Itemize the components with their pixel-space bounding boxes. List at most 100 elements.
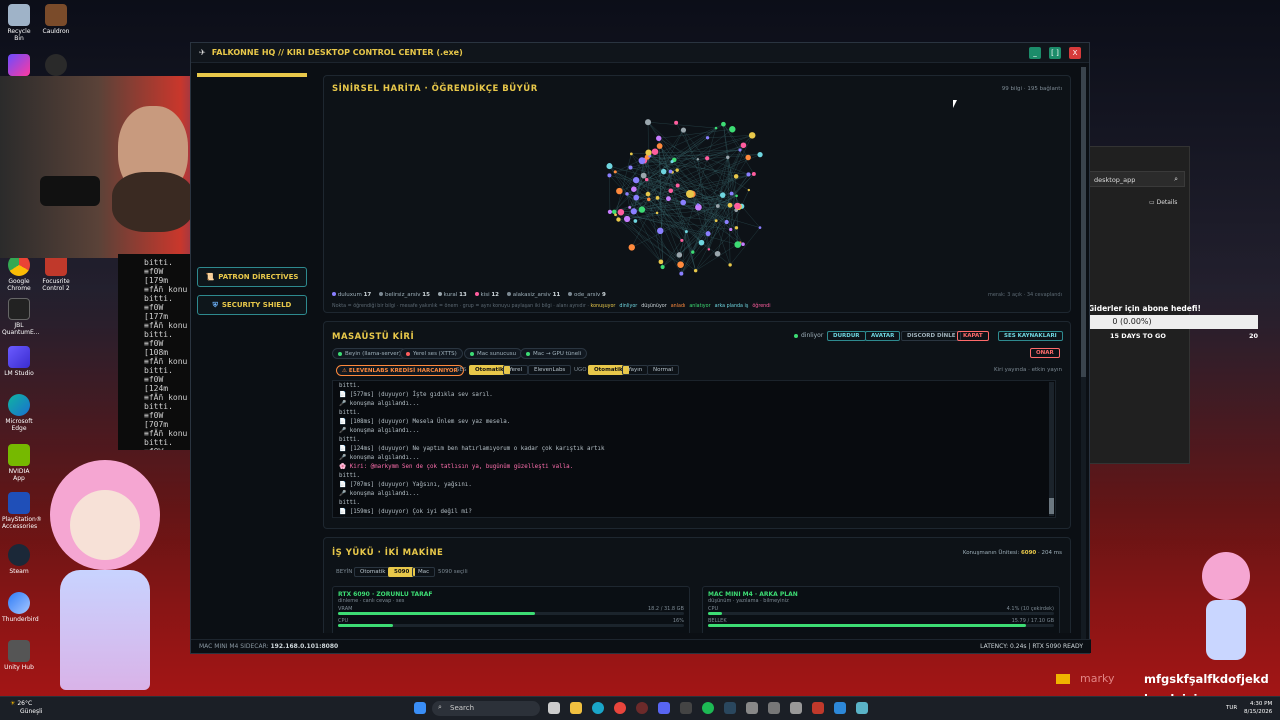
graph-node[interactable] xyxy=(668,188,674,194)
graph-node[interactable] xyxy=(735,194,738,198)
log-scrollbar[interactable] xyxy=(1049,382,1054,516)
brain-option-mac[interactable]: Mac xyxy=(412,567,436,577)
discord-taskbar-icon[interactable] xyxy=(658,702,670,714)
sidebar-item-patron-directives[interactable]: 📜 PATRON DİRECTİVES xyxy=(197,267,307,287)
desktop-icon-steam[interactable]: Steam xyxy=(2,544,36,575)
graph-node[interactable] xyxy=(740,142,747,149)
weather-widget[interactable]: ☀ 26°C Güneşli xyxy=(10,700,42,716)
maximize-button[interactable]: [ ] xyxy=(1049,47,1061,59)
close-kiri-button[interactable]: KAPAT xyxy=(957,331,989,341)
kiri-taskbar-icon[interactable] xyxy=(856,702,868,714)
obs-taskbar-icon[interactable] xyxy=(636,702,648,714)
desktop-icon-unity[interactable]: Unity Hub xyxy=(2,640,36,671)
graph-node[interactable] xyxy=(696,158,700,161)
graph-node[interactable] xyxy=(747,188,751,192)
graph-node[interactable] xyxy=(680,199,687,206)
graph-node[interactable] xyxy=(660,168,667,175)
minimize-button[interactable]: _ xyxy=(1029,47,1041,59)
desktop-icon-thunderbird[interactable]: Thunderbird xyxy=(2,592,39,623)
graph-node[interactable] xyxy=(748,132,756,139)
graph-node[interactable] xyxy=(630,208,637,215)
window-titlebar[interactable]: ✈ FALKONNE HQ // KIRI DESKTOP CONTROL CE… xyxy=(191,43,1089,63)
chrome-taskbar-icon[interactable] xyxy=(614,702,626,714)
repair-button[interactable]: ONAR xyxy=(1030,348,1060,358)
graph-node[interactable] xyxy=(658,259,664,265)
graph-node[interactable] xyxy=(656,135,662,142)
brain-option-auto[interactable]: Otomatik xyxy=(354,567,392,577)
graph-node[interactable] xyxy=(657,227,664,235)
graph-node[interactable] xyxy=(746,172,751,177)
graph-node[interactable] xyxy=(644,119,652,126)
graph-node[interactable] xyxy=(613,170,617,174)
app-taskbar-icon-c[interactable] xyxy=(812,702,824,714)
graph-node[interactable] xyxy=(691,250,695,254)
desktop-icon-cauldron[interactable]: Cauldron xyxy=(38,4,74,35)
graph-center-node[interactable] xyxy=(686,190,694,198)
taskbar-search[interactable]: ⌕ Search xyxy=(432,701,540,716)
graph-node[interactable] xyxy=(734,241,742,248)
file-explorer-icon[interactable] xyxy=(570,702,582,714)
graph-node[interactable] xyxy=(651,148,659,156)
graph-node[interactable] xyxy=(705,156,710,161)
graph-node[interactable] xyxy=(679,271,684,276)
graph-node[interactable] xyxy=(616,217,621,222)
graph-node[interactable] xyxy=(721,121,726,127)
graph-node[interactable] xyxy=(693,268,698,273)
graph-node[interactable] xyxy=(676,252,683,258)
graph-node[interactable] xyxy=(614,213,617,217)
graph-node[interactable] xyxy=(655,211,659,215)
graph-node[interactable] xyxy=(684,230,688,234)
terminal-window[interactable]: bitti. ≡f0W [179m ≡fÄñ konu bitti. ≡f0W [177… xyxy=(118,254,190,450)
graph-node[interactable] xyxy=(623,215,631,223)
desktop-icon-app[interactable] xyxy=(2,54,36,78)
spotify-taskbar-icon[interactable] xyxy=(702,702,714,714)
tray-language[interactable]: TUR xyxy=(1226,705,1237,711)
graph-node[interactable] xyxy=(645,191,651,197)
app-taskbar-icon-a[interactable] xyxy=(746,702,758,714)
graph-node[interactable] xyxy=(696,203,700,206)
graph-node[interactable] xyxy=(670,160,674,164)
graph-node[interactable] xyxy=(607,173,612,178)
ses-option-elevenlabs[interactable]: ElevenLabs xyxy=(528,365,572,375)
desktop-icon-chrome[interactable]: Google Chrome xyxy=(2,254,36,292)
ses-option-local[interactable]: Yerel xyxy=(503,365,529,375)
graph-node[interactable] xyxy=(625,192,629,196)
avatar-button[interactable]: AVATAR xyxy=(865,331,901,341)
graph-node[interactable] xyxy=(729,126,736,133)
graph-node[interactable] xyxy=(714,219,718,223)
close-button[interactable]: X xyxy=(1069,47,1081,59)
desktop-icon-lmstudio[interactable]: LM Studio xyxy=(2,346,36,377)
audio-sources-button[interactable]: SES KAYNAKLARI xyxy=(998,331,1063,341)
graph-node[interactable] xyxy=(680,238,684,242)
graph-node[interactable] xyxy=(714,250,721,257)
graph-node[interactable] xyxy=(758,226,762,229)
graph-node[interactable] xyxy=(728,263,732,267)
graph-node[interactable] xyxy=(633,219,638,223)
graph-node[interactable] xyxy=(612,209,617,215)
desktop-icon-edge[interactable]: Microsoft Edge xyxy=(2,394,36,432)
graph-node[interactable] xyxy=(606,163,613,170)
graph-node[interactable] xyxy=(751,172,756,176)
desktop-icon-recycle-bin[interactable]: Recycle Bin xyxy=(2,4,36,42)
graph-node[interactable] xyxy=(640,172,647,179)
graph-node[interactable] xyxy=(647,197,651,202)
graph-node[interactable] xyxy=(715,204,720,208)
ugo-option-normal[interactable]: Normal xyxy=(647,365,679,375)
graph-node[interactable] xyxy=(675,183,680,188)
windows-start-icon[interactable] xyxy=(414,702,426,714)
graph-node[interactable] xyxy=(666,196,671,202)
graph-node[interactable] xyxy=(607,209,613,214)
steam-taskbar-icon[interactable] xyxy=(724,702,736,714)
side-search-box[interactable]: desktop_app ⌕ xyxy=(1089,171,1185,187)
graph-node[interactable] xyxy=(616,187,623,195)
task-view-icon[interactable] xyxy=(548,702,560,714)
graph-node[interactable] xyxy=(714,126,718,130)
details-button[interactable]: ▭ Details xyxy=(1149,199,1177,206)
graph-node[interactable] xyxy=(680,127,687,133)
graph-node[interactable] xyxy=(638,206,646,213)
stop-button[interactable]: DURDUR xyxy=(827,331,866,341)
graph-node[interactable] xyxy=(741,242,745,246)
app-taskbar-icon-b[interactable] xyxy=(790,702,802,714)
sidebar-item-security-shield[interactable]: ⛨ SECURITY SHIELD xyxy=(197,295,307,315)
graph-node[interactable] xyxy=(631,186,637,192)
